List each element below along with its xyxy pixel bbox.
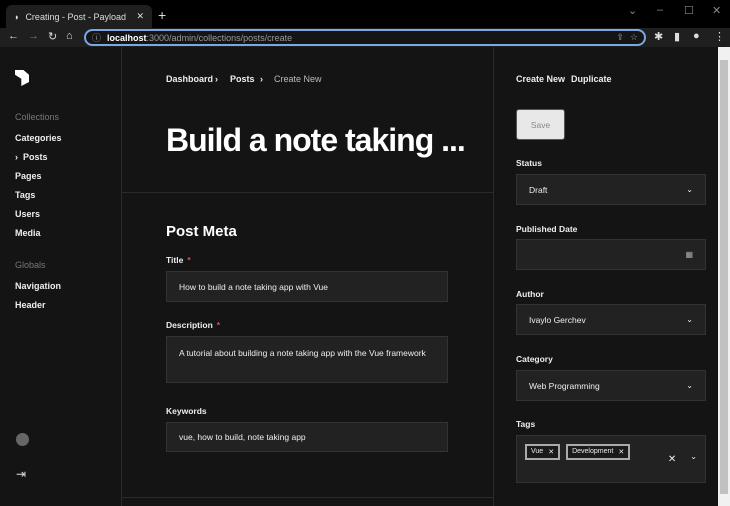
category-select[interactable]: Web Programming ⌄ xyxy=(516,370,706,401)
remove-tag-icon[interactable]: ✕ xyxy=(548,448,554,456)
sidebar-item-label: Posts xyxy=(23,152,48,162)
sidebar-item-navigation[interactable]: Navigation xyxy=(15,281,61,291)
url-input[interactable]: ⓘ localhost:3000/admin/collections/posts/… xyxy=(84,29,646,46)
close-tab-icon[interactable]: ✕ xyxy=(136,11,144,22)
remove-tag-icon[interactable]: ✕ xyxy=(618,448,624,456)
globals-heading: Globals xyxy=(15,260,46,270)
chevron-down-icon: ⌄ xyxy=(686,381,693,390)
save-button[interactable]: Save xyxy=(516,109,565,140)
chevron-down-icon: ⌄ xyxy=(686,315,693,324)
sidebar-item-media[interactable]: Media xyxy=(15,228,41,238)
home-icon[interactable]: ⌂ xyxy=(66,30,73,42)
description-label: Description * xyxy=(166,320,221,330)
close-window-button[interactable]: ✕ xyxy=(712,4,721,17)
forward-icon[interactable]: → xyxy=(28,30,39,42)
author-select[interactable]: Ivaylo Gerchev ⌄ xyxy=(516,304,706,335)
maximize-button[interactable]: ☐ xyxy=(684,4,694,17)
back-icon[interactable]: ← xyxy=(8,30,19,42)
collections-heading: Collections xyxy=(15,112,60,122)
minimize-button[interactable]: – xyxy=(657,4,663,16)
create-new-link[interactable]: Create New xyxy=(516,74,565,84)
tags-multiselect[interactable]: Vue ✕ Development ✕ ✕ ⌄ xyxy=(516,435,706,483)
tag-chip: Vue ✕ xyxy=(525,444,561,460)
tag-chip: Development ✕ xyxy=(566,444,631,460)
logout-icon[interactable]: ⇥ xyxy=(16,467,26,481)
author-label: Author xyxy=(516,289,544,299)
title-label: Title * xyxy=(166,255,191,265)
chevron-down-icon[interactable]: ⌄ xyxy=(690,452,697,461)
chevron-down-icon: ⌄ xyxy=(686,185,693,194)
divider xyxy=(122,497,493,498)
breadcrumb-separator-icon: › xyxy=(260,74,263,84)
breadcrumb-separator-icon: › xyxy=(215,74,218,84)
breadcrumb-posts[interactable]: Posts xyxy=(230,74,255,84)
section-heading: Post Meta xyxy=(166,223,237,240)
divider xyxy=(122,192,493,193)
reload-icon[interactable]: ↻ xyxy=(48,30,57,43)
status-label: Status xyxy=(516,158,542,168)
title-input[interactable]: How to build a note taking app with Vue xyxy=(166,271,448,302)
sidebar-item-tags[interactable]: Tags xyxy=(15,190,35,200)
account-avatar-icon[interactable] xyxy=(16,433,29,446)
info-icon: ⓘ xyxy=(92,33,102,43)
tab-title: Creating - Post - Payload xyxy=(25,11,126,22)
sidebar-item-users[interactable]: Users xyxy=(15,209,40,219)
sidebar-item-pages[interactable]: Pages xyxy=(15,171,42,181)
sidebar-item-categories[interactable]: Categories xyxy=(15,133,62,143)
category-label: Category xyxy=(516,354,553,364)
chevron-right-icon: › xyxy=(15,152,18,162)
tags-label: Tags xyxy=(516,419,536,429)
clear-icon[interactable]: ✕ xyxy=(668,454,676,465)
sidebar-icon[interactable]: ▮ xyxy=(674,30,680,43)
breadcrumb-current: Create New xyxy=(274,74,322,84)
status-select[interactable]: Draft ⌄ xyxy=(516,174,706,205)
keywords-input[interactable]: vue, how to build, note taking app xyxy=(166,422,448,452)
keywords-label: Keywords xyxy=(166,406,207,416)
description-textarea[interactable]: A tutorial about building a note taking … xyxy=(166,336,448,383)
published-date-input[interactable]: ▦ xyxy=(516,239,706,270)
sidebar-item-header[interactable]: Header xyxy=(15,300,46,310)
url-path: :3000/admin/collections/posts/create xyxy=(146,32,293,43)
payload-favicon-icon: ◗ xyxy=(14,11,20,22)
bookmark-star-icon[interactable]: ☆ xyxy=(630,32,638,43)
menu-icon[interactable]: ⋮ xyxy=(714,30,725,43)
share-icon[interactable]: ⇪ xyxy=(616,32,624,43)
extensions-icon[interactable]: ✱ xyxy=(654,30,663,43)
calendar-icon: ▦ xyxy=(685,250,693,259)
duplicate-link[interactable]: Duplicate xyxy=(571,74,612,84)
profile-icon[interactable]: ● xyxy=(693,30,700,42)
scrollbar-thumb[interactable] xyxy=(720,60,728,494)
new-tab-button[interactable]: + xyxy=(158,7,166,23)
sidebar-item-posts[interactable]: › Posts xyxy=(15,152,48,162)
browser-tab[interactable]: ◗ Creating - Post - Payload ✕ xyxy=(6,5,152,28)
tab-search-icon[interactable]: ⌄ xyxy=(628,4,637,17)
page-title: Build a note taking ... xyxy=(166,122,466,158)
url-host: localhost xyxy=(107,32,147,43)
published-date-label: Published Date xyxy=(516,224,578,234)
breadcrumb-dashboard[interactable]: Dashboard xyxy=(166,74,213,84)
